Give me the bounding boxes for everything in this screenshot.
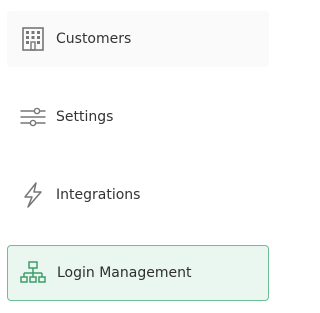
- sidebar-item-label: Customers: [56, 31, 132, 47]
- sidebar-item-label: Settings: [56, 109, 114, 125]
- sidebar-item-label: Integrations: [56, 187, 141, 203]
- building-icon: [19, 25, 47, 53]
- sidebar-nav: Customers Settings Integrations Login Ma…: [0, 0, 274, 313]
- sitemap-icon: [19, 259, 47, 287]
- sidebar-item-settings[interactable]: Settings: [7, 89, 269, 145]
- sidebar-item-label: Login Management: [57, 265, 192, 281]
- lightning-icon: [19, 181, 47, 209]
- sliders-icon: [19, 103, 47, 131]
- sidebar-item-login-management[interactable]: Login Management: [7, 245, 269, 301]
- sidebar-item-customers[interactable]: Customers: [7, 11, 269, 67]
- sidebar-item-integrations[interactable]: Integrations: [7, 167, 269, 223]
